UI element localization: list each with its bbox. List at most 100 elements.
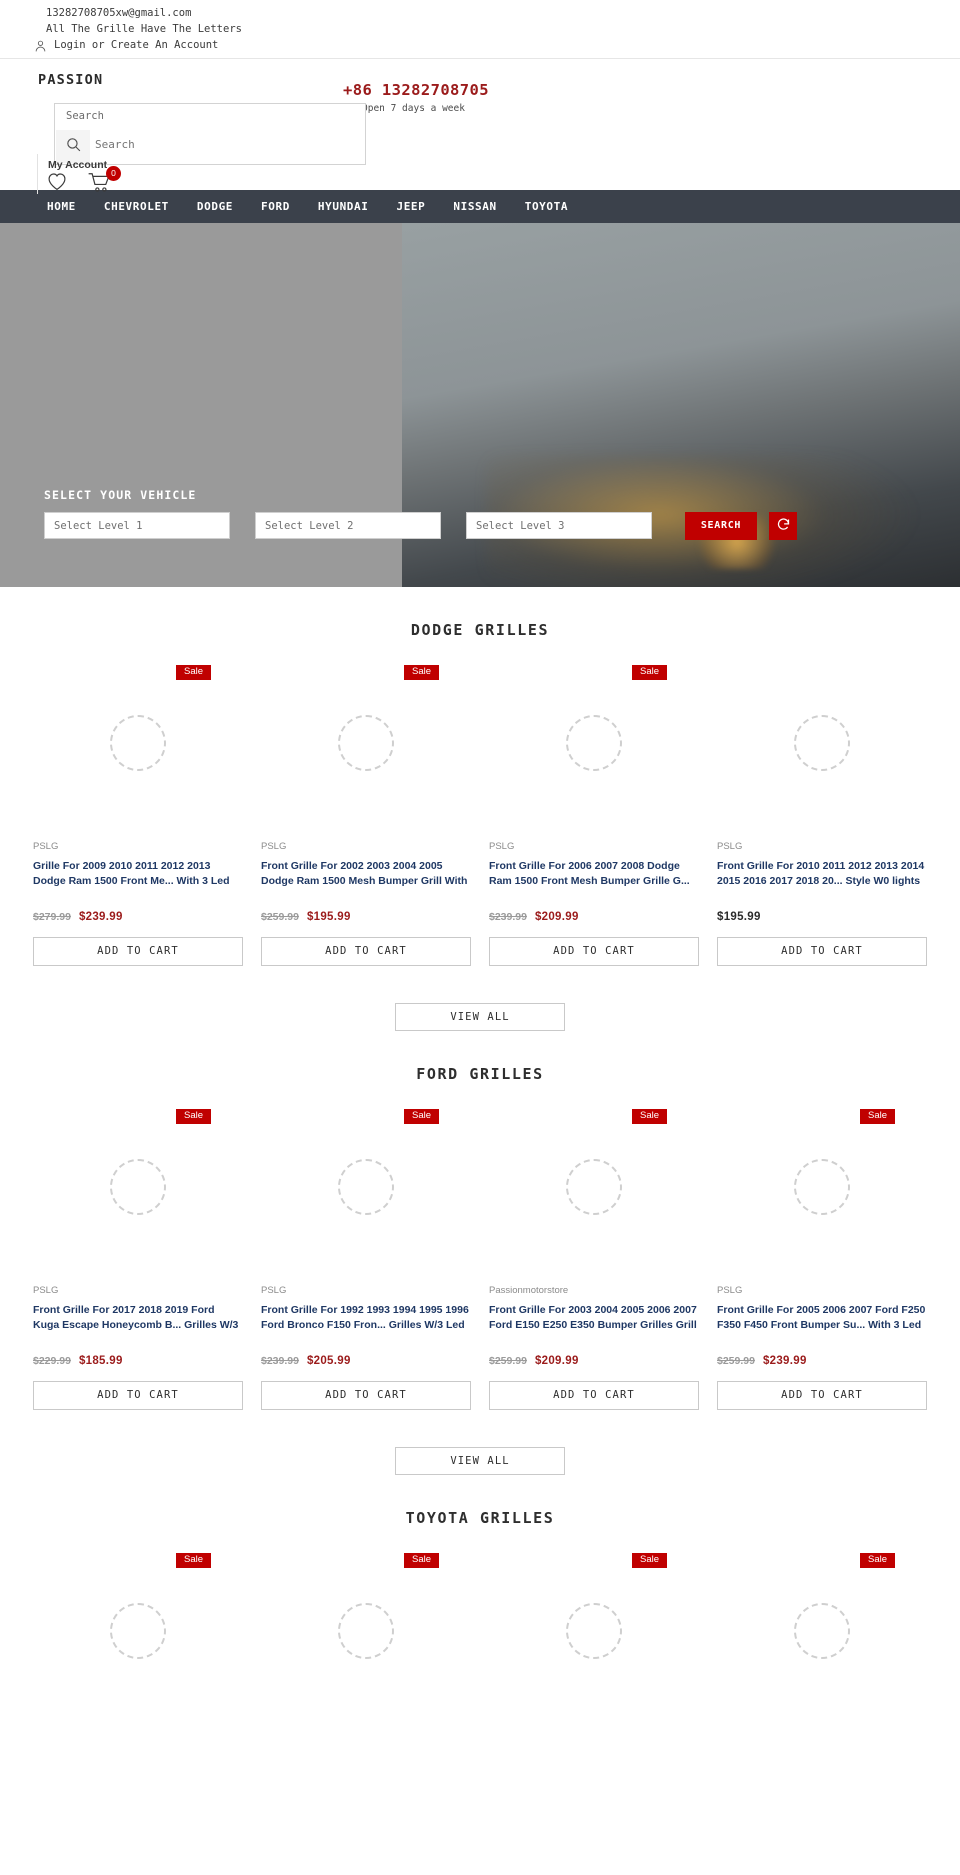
product-price-row: $195.99 bbox=[717, 911, 927, 923]
product-title[interactable]: Front Grille For 2005 2006 2007 Ford F25… bbox=[717, 1303, 927, 1335]
vehicle-reset-button[interactable] bbox=[769, 511, 797, 540]
nav-item-hyundai[interactable]: HYUNDAI bbox=[304, 200, 383, 213]
product-price-row: $239.99 $209.99 bbox=[489, 911, 699, 923]
loading-spinner-icon bbox=[110, 1158, 166, 1215]
vehicle-search-button[interactable]: SEARCH bbox=[685, 511, 757, 540]
product-card: Sale PSLG Front Grille For 2017 2018 2019 … bbox=[33, 1108, 243, 1410]
refresh-icon bbox=[776, 517, 791, 535]
product-vendor: PSLG bbox=[717, 840, 743, 852]
product-price-row: $279.99 $239.99 bbox=[33, 911, 243, 923]
view-all-wrap: VIEW ALL bbox=[0, 1002, 960, 1031]
nav-item-jeep[interactable]: JEEP bbox=[382, 200, 439, 213]
section-title: FORD GRILLES bbox=[416, 1064, 544, 1083]
nav-item-nissan[interactable]: NISSAN bbox=[439, 200, 510, 213]
product-vendor: PSLG bbox=[261, 840, 287, 852]
product-image[interactable] bbox=[489, 665, 699, 821]
nav-item-dodge[interactable]: DODGE bbox=[183, 200, 247, 213]
account-link-label: Login or Create An Account bbox=[54, 39, 219, 51]
vehicle-finder: SELECT YOUR VEHICLE Select Level 1 Selec… bbox=[44, 488, 924, 540]
product-price: $209.99 bbox=[534, 1354, 579, 1367]
product-grid: Sale PSLG Front Grille For 2017 2018 2019 … bbox=[0, 1108, 960, 1410]
loading-spinner-icon bbox=[566, 1602, 622, 1659]
product-image[interactable] bbox=[489, 1109, 699, 1265]
search-label: Search bbox=[66, 109, 104, 122]
section-title: TOYOTA GRILLES bbox=[405, 1508, 555, 1527]
product-card: Sale PSLG Front Grille For 2002 2003 2004 … bbox=[261, 664, 471, 966]
product-title[interactable]: Front Grille For 2017 2018 2019 Ford Kug… bbox=[33, 1303, 243, 1335]
product-image[interactable] bbox=[261, 1109, 471, 1265]
product-image[interactable] bbox=[33, 665, 243, 821]
nav-item-chevrolet[interactable]: CHEVROLET bbox=[90, 200, 183, 213]
header-divider bbox=[37, 153, 38, 194]
product-title[interactable]: Front Grille For 1992 1993 1994 1995 199… bbox=[261, 1303, 471, 1335]
site-tagline: All The Grille Have The Letters bbox=[46, 22, 242, 35]
product-title[interactable]: Front Grille For 2003 2004 2005 2006 200… bbox=[489, 1303, 699, 1335]
add-to-cart-button[interactable]: ADD TO CART bbox=[717, 1380, 927, 1410]
product-vendor: PSLG bbox=[33, 1284, 59, 1296]
product-section: FORD GRILLES Sale PSLG Front Grille For 201… bbox=[0, 1031, 960, 1475]
product-card: Sale bbox=[717, 1552, 927, 1729]
wishlist-button[interactable] bbox=[47, 172, 67, 191]
product-compare-price: $239.99 bbox=[261, 1354, 299, 1367]
product-title[interactable]: Front Grille For 2006 2007 2008 Dodge Ra… bbox=[489, 859, 699, 891]
loading-spinner-icon bbox=[110, 714, 166, 771]
account-link[interactable]: Login or Create An Account bbox=[34, 38, 960, 54]
header-account-group: My Account 0 bbox=[47, 159, 121, 194]
product-title[interactable]: Front Grille For 2010 2011 2012 2013 201… bbox=[717, 859, 927, 891]
add-to-cart-button[interactable]: ADD TO CART bbox=[261, 936, 471, 966]
product-price: $239.99 bbox=[762, 1354, 807, 1367]
product-card: Sale bbox=[33, 1552, 243, 1729]
header-phone[interactable]: +86 13282708705 bbox=[343, 81, 489, 99]
loading-spinner-icon bbox=[338, 1158, 394, 1215]
product-vendor: PSLG bbox=[717, 1284, 743, 1296]
site-logo[interactable]: PASSION bbox=[38, 72, 103, 88]
add-to-cart-button[interactable]: ADD TO CART bbox=[717, 936, 927, 966]
product-title[interactable]: Front Grille For 2002 2003 2004 2005 Dod… bbox=[261, 859, 471, 891]
add-to-cart-button[interactable]: ADD TO CART bbox=[33, 936, 243, 966]
product-card: Sale bbox=[261, 1552, 471, 1729]
person-icon bbox=[34, 39, 47, 53]
loading-spinner-icon bbox=[566, 714, 622, 771]
add-to-cart-button[interactable]: ADD TO CART bbox=[489, 1380, 699, 1410]
add-to-cart-button[interactable]: ADD TO CART bbox=[489, 936, 699, 966]
search-input[interactable] bbox=[95, 127, 360, 162]
loading-spinner-icon bbox=[794, 1158, 850, 1215]
select-level-1[interactable]: Select Level 1 bbox=[44, 512, 230, 539]
product-card: Sale PSLG Front Grille For 2006 2007 2008 … bbox=[489, 664, 699, 966]
product-image[interactable] bbox=[489, 1553, 699, 1709]
product-compare-price: $239.99 bbox=[489, 910, 527, 923]
nav-item-home[interactable]: HOME bbox=[33, 200, 90, 213]
product-image[interactable] bbox=[717, 1553, 927, 1709]
my-account-link[interactable]: My Account bbox=[48, 159, 113, 171]
sale-badge: Sale bbox=[860, 1108, 896, 1125]
sale-badge: Sale bbox=[404, 1552, 440, 1569]
select-level-3[interactable]: Select Level 3 bbox=[466, 512, 652, 539]
product-image[interactable] bbox=[717, 665, 927, 821]
product-image[interactable] bbox=[717, 1109, 927, 1265]
sale-badge: Sale bbox=[404, 664, 440, 681]
product-price: $195.99 bbox=[306, 910, 351, 923]
product-price-row: $259.99 $209.99 bbox=[489, 1355, 699, 1367]
add-to-cart-button[interactable]: ADD TO CART bbox=[261, 1380, 471, 1410]
select-level-2[interactable]: Select Level 2 bbox=[255, 512, 441, 539]
nav-item-toyota[interactable]: TOYOTA bbox=[511, 200, 582, 213]
nav-item-ford[interactable]: FORD bbox=[247, 200, 304, 213]
product-title[interactable]: Grille For 2009 2010 2011 2012 2013 Dodg… bbox=[33, 859, 243, 891]
view-all-button[interactable]: VIEW ALL bbox=[395, 1446, 565, 1475]
product-card: Sale PSLG Grille For 2009 2010 2011 2012 2… bbox=[33, 664, 243, 966]
product-image[interactable] bbox=[33, 1109, 243, 1265]
product-price-row: $259.99 $239.99 bbox=[717, 1355, 927, 1367]
view-all-button[interactable]: VIEW ALL bbox=[395, 1002, 565, 1031]
product-image[interactable] bbox=[33, 1553, 243, 1709]
sale-badge: Sale bbox=[176, 664, 212, 681]
sale-badge: Sale bbox=[176, 1108, 212, 1125]
add-to-cart-button[interactable]: ADD TO CART bbox=[33, 1380, 243, 1410]
product-image[interactable] bbox=[261, 1553, 471, 1709]
cart-count-badge: 0 bbox=[106, 165, 121, 181]
product-image[interactable] bbox=[261, 665, 471, 821]
product-card: Sale Passionmotorstore Front Grille For 20… bbox=[489, 1108, 699, 1410]
cart-button[interactable]: 0 bbox=[87, 165, 121, 194]
product-section: DODGE GRILLES Sale PSLG Grille For 2009 201… bbox=[0, 587, 960, 1031]
loading-spinner-icon bbox=[110, 1602, 166, 1659]
product-price: $185.99 bbox=[78, 1354, 123, 1367]
